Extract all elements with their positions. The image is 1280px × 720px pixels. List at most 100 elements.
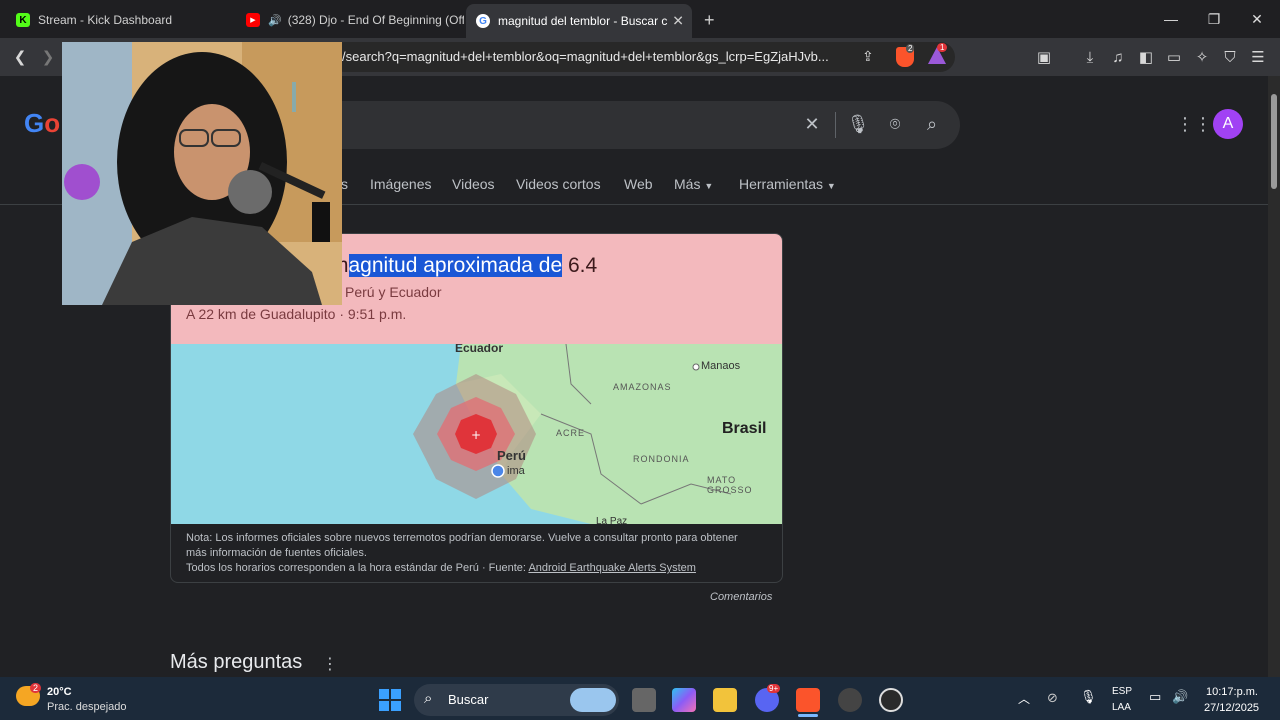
more-options-icon[interactable]: ⋮ xyxy=(322,654,338,674)
map-label-rondonia: RONDONIA xyxy=(633,454,690,464)
tab-strip: K Stream - Kick Dashboard ▶ 🔊 (328) Djo … xyxy=(0,0,1280,38)
m365-copilot-icon[interactable] xyxy=(672,688,696,712)
start-button[interactable] xyxy=(378,688,402,712)
tab-google-search[interactable]: G magnitud del temblor - Buscar c ✕ xyxy=(466,4,692,38)
microphone-icon[interactable]: 🎙 xyxy=(847,113,870,135)
nav-tab-tools[interactable]: Herramientas ▼ xyxy=(739,176,836,192)
headline-magnitude: 6.4 xyxy=(568,254,598,277)
tab-youtube[interactable]: ▶ 🔊 (328) Djo - End Of Beginning (Off xyxy=(236,6,464,34)
network-off-icon[interactable]: ⊘ xyxy=(1047,690,1058,706)
map-label-ecuador: Ecuador xyxy=(455,344,504,355)
nav-tab-more[interactable]: Más ▼ xyxy=(674,176,713,192)
scrollbar-thumb[interactable] xyxy=(1271,94,1277,189)
language-bottom[interactable]: LAA xyxy=(1112,702,1131,713)
taskbar-date[interactable]: 27/12/2025 xyxy=(1204,702,1259,714)
close-icon: ✕ xyxy=(1251,10,1263,27)
comments-link[interactable]: Comentarios xyxy=(710,591,772,603)
map-label-amazonas: AMAZONAS xyxy=(613,382,672,392)
webcam-overlay xyxy=(62,42,342,305)
network-icon[interactable]: ▭ xyxy=(1149,689,1161,705)
search-divider xyxy=(835,112,836,138)
sidebar-button[interactable]: ◧ xyxy=(1136,47,1156,67)
chevron-down-icon: ▼ xyxy=(826,181,836,191)
map-label-brasil: Brasil xyxy=(722,420,767,437)
source-link[interactable]: Android Earthquake Alerts System xyxy=(528,562,696,574)
task-view-icon[interactable] xyxy=(632,688,656,712)
reader-mode-button[interactable]: ▣ xyxy=(1034,47,1054,67)
lens-camera-icon[interactable]: ⌾ xyxy=(884,113,906,135)
music-note-icon: ♫ xyxy=(1112,48,1124,66)
downloads-button[interactable]: ⤓ xyxy=(1080,47,1100,67)
weather-desc[interactable]: Prac. despejado xyxy=(47,701,127,713)
clear-search-icon[interactable]: ✕ xyxy=(801,113,823,135)
note-line-3-text: Todos los horarios corresponden a la hor… xyxy=(186,562,529,574)
youtube-icon: ▶ xyxy=(246,13,260,27)
file-explorer-icon[interactable] xyxy=(713,688,737,712)
note-line-1: Nota: Los informes oficiales sobre nuevo… xyxy=(186,532,738,544)
kick-icon: K xyxy=(16,13,30,27)
google-logo[interactable]: Go xyxy=(24,108,60,139)
obs-icon[interactable] xyxy=(838,688,862,712)
vpn-button[interactable]: ⛉ xyxy=(1220,47,1240,67)
page-scrollbar[interactable] xyxy=(1268,76,1280,677)
google-icon: G xyxy=(476,14,490,28)
leo-ai-button[interactable]: ✧ xyxy=(1192,47,1212,67)
map-label-mato-grosso: MATO GROSSO xyxy=(707,475,753,495)
epicenter-marker-icon: + xyxy=(471,428,481,442)
map-svg: + xyxy=(413,344,782,524)
speaker-icon: 🔊 xyxy=(268,14,282,27)
map-label-manaos: Manaos xyxy=(701,360,741,372)
nav-tools-label: Herramientas xyxy=(739,176,824,192)
earthquake-location-time: A 22 km de Guadalupito · 9:51 p.m. xyxy=(186,306,407,322)
app-icon[interactable] xyxy=(879,688,903,712)
menu-button[interactable]: ☰ xyxy=(1248,47,1268,67)
taskbar-time[interactable]: 10:17:p.m. xyxy=(1206,686,1258,698)
language-top[interactable]: ESP xyxy=(1112,686,1132,697)
webcam-image xyxy=(62,42,342,305)
chevron-up-icon[interactable]: ︿ xyxy=(1018,690,1030,707)
minimize-button[interactable]: — xyxy=(1148,0,1194,38)
note-line-2: más información de fuentes oficiales. xyxy=(186,547,367,559)
city-dot xyxy=(692,363,700,371)
restore-button[interactable]: ❐ xyxy=(1191,0,1237,38)
back-button[interactable]: ❮ xyxy=(10,47,30,67)
taskbar-search-placeholder: Buscar xyxy=(448,692,489,707)
earthquake-note: Nota: Los informes oficiales sobre nuevo… xyxy=(186,531,771,576)
minimize-icon: — xyxy=(1164,11,1178,27)
nav-partial[interactable]: s xyxy=(341,176,348,192)
brave-browser-icon[interactable] xyxy=(796,688,820,712)
more-questions-heading: Más preguntas xyxy=(170,651,303,673)
earthquake-region: Perú y Ecuador xyxy=(345,284,442,300)
media-button[interactable]: ♫ xyxy=(1108,47,1128,67)
new-tab-button[interactable]: + xyxy=(700,6,726,34)
nav-tab-short-videos[interactable]: Videos cortos xyxy=(516,176,601,192)
note-line-3: Todos los horarios corresponden a la hor… xyxy=(186,561,771,576)
tab-kick-dashboard[interactable]: K Stream - Kick Dashboard xyxy=(6,6,234,34)
earthquake-headline: magnitud aproximada de 6.4 xyxy=(331,254,597,278)
active-app-indicator xyxy=(798,714,818,717)
volume-icon[interactable]: 🔊 xyxy=(1172,689,1188,705)
nav-tab-videos[interactable]: Videos xyxy=(452,176,495,192)
back-icon: ❮ xyxy=(13,49,27,66)
user-location-dot xyxy=(491,464,505,478)
microphone-icon[interactable]: 🎙 xyxy=(1080,689,1097,705)
map-label-la-paz: La Paz xyxy=(596,516,628,524)
headline-highlight: agnitud aproximada de xyxy=(348,254,563,277)
weather-temp[interactable]: 20°C xyxy=(47,686,72,698)
earthquake-map[interactable]: + Ecuador Manaos AMAZONAS Brasil ACRE Pe… xyxy=(171,344,782,524)
share-icon[interactable]: ⇪ xyxy=(862,48,880,66)
close-window-button[interactable]: ✕ xyxy=(1234,0,1280,38)
tab-title: magnitud del temblor - Buscar c xyxy=(498,14,668,28)
address-bar-url[interactable]: /search?q=magnitud+del+temblor&oq=magnit… xyxy=(342,49,852,64)
account-avatar[interactable]: A xyxy=(1213,109,1243,139)
wallet-button[interactable]: ▭ xyxy=(1164,47,1184,67)
search-icon[interactable]: ⌕ xyxy=(921,113,943,135)
restore-icon: ❐ xyxy=(1207,10,1221,27)
forward-button[interactable]: ❯ xyxy=(38,47,58,67)
close-tab-icon[interactable]: ✕ xyxy=(668,12,684,30)
discord-badge: 9+ xyxy=(767,684,781,693)
nav-tab-images[interactable]: Imágenes xyxy=(370,176,431,192)
nav-tab-web[interactable]: Web xyxy=(624,176,653,192)
hamburger-menu-icon: ☰ xyxy=(1251,49,1265,66)
reader-icon: ▣ xyxy=(1036,49,1052,66)
